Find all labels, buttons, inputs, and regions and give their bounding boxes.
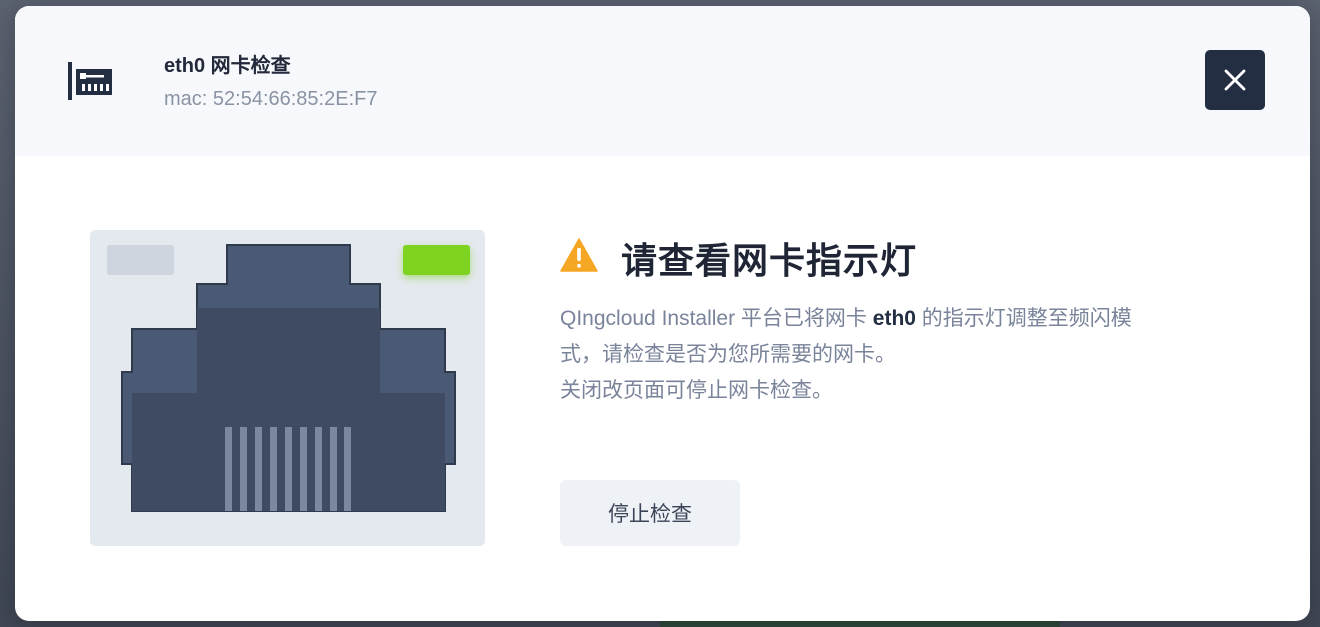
led-on-indicator xyxy=(403,245,470,275)
device-name: eth0 xyxy=(872,307,916,330)
network-card-icon xyxy=(68,62,112,100)
description-line-3: 关闭改页面可停止网卡检查。 xyxy=(560,379,833,402)
description-line-2: 式，请检查是否为您所需要的网卡。 xyxy=(560,343,896,366)
stop-check-button[interactable]: 停止检查 xyxy=(560,480,740,546)
mac-address: mac: 52:54:66:85:2E:F7 xyxy=(164,88,378,110)
close-button[interactable] xyxy=(1205,50,1265,110)
ethernet-port-icon xyxy=(107,244,470,512)
description-text: QIngcloud Installer 平台已将网卡 xyxy=(560,307,873,330)
check-description: QIngcloud Installer 平台已将网卡 eth0 的指示灯调整至频… xyxy=(560,301,1220,409)
led-off-indicator xyxy=(107,245,174,275)
description-line-1: QIngcloud Installer 平台已将网卡 eth0 的指示灯调整至频… xyxy=(560,301,1220,337)
warning-icon xyxy=(560,238,598,272)
warning-title: 请查看网卡指示灯 xyxy=(621,240,918,281)
ethernet-port-illustration xyxy=(90,230,485,546)
nic-check-dialog: eth0 网卡检查 mac: 52:54:66:85:2E:F7 请查看网卡指示… xyxy=(15,6,1310,621)
close-icon xyxy=(1224,69,1246,91)
dialog-title: eth0 网卡检查 xyxy=(164,55,291,77)
dialog-header: eth0 网卡检查 mac: 52:54:66:85:2E:F7 xyxy=(15,6,1310,156)
description-text: 的指示灯调整至频闪模 xyxy=(915,307,1132,330)
